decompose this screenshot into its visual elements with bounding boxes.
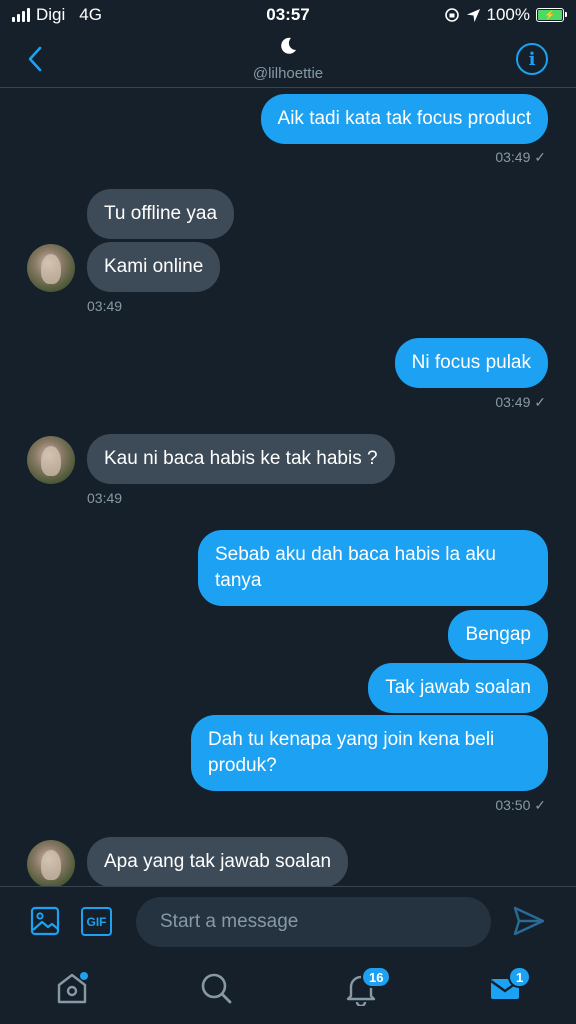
- contact-avatar[interactable]: [27, 244, 75, 292]
- message-input[interactable]: [136, 897, 491, 947]
- bottom-tab-bar: 16 1: [0, 956, 576, 1024]
- info-button[interactable]: i: [516, 43, 548, 75]
- message-bubble-sent[interactable]: Bengap: [448, 610, 548, 660]
- message-bubble-received[interactable]: Kami online: [87, 242, 221, 292]
- message-bubble-sent[interactable]: Dah tu kenapa yang join kena beli produk…: [191, 715, 548, 791]
- message-composer: GIF: [0, 886, 576, 956]
- message-bubble-sent[interactable]: Ni focus pulak: [394, 338, 548, 388]
- add-image-button[interactable]: [30, 906, 60, 936]
- battery-percent: 100%: [486, 5, 530, 24]
- info-icon: i: [528, 48, 536, 70]
- tab-search[interactable]: [198, 970, 234, 1006]
- message-bubble-sent[interactable]: Aik tadi kata tak focus product: [260, 94, 548, 144]
- message-timestamp: 03:49 ✓: [495, 394, 546, 410]
- send-button[interactable]: [512, 905, 548, 939]
- send-icon: [513, 906, 545, 936]
- header-title[interactable]: @lilhoettie: [0, 36, 576, 82]
- message-timestamp: 03:50 ✓: [495, 797, 546, 813]
- message-timestamp: 03:49: [87, 490, 123, 506]
- message-bubble-sent[interactable]: Tak jawab soalan: [368, 663, 548, 713]
- home-icon: [57, 972, 88, 1004]
- tab-messages[interactable]: 1: [488, 966, 532, 1006]
- tab-notifications[interactable]: 16: [343, 966, 392, 1008]
- signal-icon: [12, 8, 30, 22]
- message-timestamp: 03:49: [87, 298, 123, 314]
- message-timestamp: 03:49 ✓: [495, 149, 546, 165]
- search-icon: [201, 973, 232, 1004]
- carrier-name: Digi: [36, 5, 66, 24]
- notifications-badge: 16: [361, 966, 392, 988]
- moon-icon: [0, 36, 576, 61]
- contact-handle: @lilhoettie: [252, 65, 324, 82]
- orientation-lock-icon: [444, 8, 459, 22]
- gif-button[interactable]: GIF: [81, 907, 112, 936]
- location-icon: [466, 8, 480, 22]
- contact-avatar[interactable]: [27, 840, 75, 886]
- message-list: Aik tadi kata tak focus product 03:49 ✓ …: [0, 88, 576, 886]
- status-left: Digi 4G: [12, 5, 102, 25]
- messages-badge: 1: [508, 966, 532, 988]
- network-type: 4G: [79, 5, 102, 24]
- message-bubble-received[interactable]: Kau ni baca habis ke tak habis ?: [87, 434, 395, 484]
- image-icon: [30, 906, 60, 936]
- battery-icon: ⚡: [536, 8, 567, 22]
- message-bubble-received[interactable]: Apa yang tak jawab soalan: [87, 837, 349, 886]
- message-bubble-received[interactable]: Tu offline yaa: [87, 189, 235, 239]
- contact-avatar[interactable]: [27, 436, 75, 484]
- message-bubble-sent[interactable]: Sebab aku dah baca habis la aku tanya: [198, 530, 548, 606]
- conversation-header: @lilhoettie i: [0, 30, 576, 88]
- gif-label: GIF: [86, 914, 107, 929]
- tab-home[interactable]: [54, 970, 90, 1006]
- status-bar: Digi 4G 03:57 100% ⚡: [0, 0, 576, 30]
- status-right: 100% ⚡: [444, 5, 567, 25]
